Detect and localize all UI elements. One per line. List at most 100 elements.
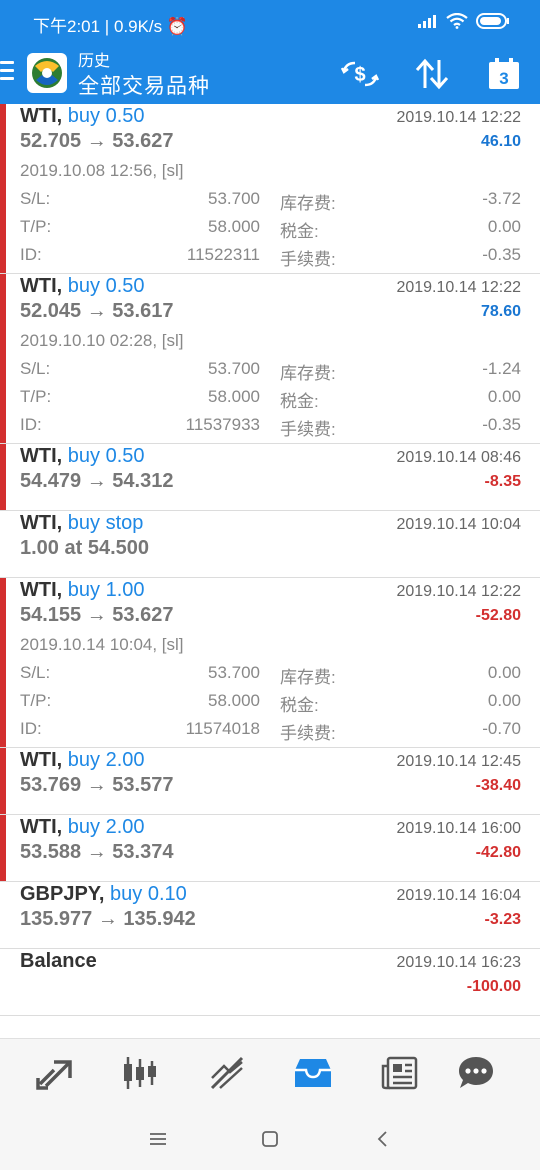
calendar-icon[interactable]: 3 xyxy=(484,54,524,94)
deal-item[interactable]: Balance 2019.10.14 16:23 -100.00 xyxy=(0,949,540,1016)
detail-label: ID: xyxy=(20,719,42,738)
deal-item[interactable]: WTI, buy 2.00 53.769 → 53.577 2019.10.14 1… xyxy=(0,748,540,815)
deal-time: 2019.10.14 12:22 xyxy=(396,583,521,600)
deal-prices: 53.588 → 53.374 xyxy=(20,841,174,863)
deal-type: buy 0.50 xyxy=(67,105,145,127)
deal-type: buy 0.10 xyxy=(110,883,187,905)
deal-item[interactable]: WTI, buy 1.00 54.155 → 53.627 2019.10.14 1… xyxy=(0,578,540,748)
deal-item[interactable]: WTI, buy 0.50 52.045 → 53.617 2019.10.14 1… xyxy=(0,274,540,444)
deal-list: WTI, buy 0.50 52.705 → 53.627 2019.10.14 1… xyxy=(0,104,540,1038)
detail-label: 税金: xyxy=(280,392,319,411)
deal-open-time: 2019.10.08 12:56, [sl] xyxy=(20,161,184,180)
deal-symbol: Balance xyxy=(20,950,97,972)
detail-value: 0.00 xyxy=(487,387,521,406)
detail-value: 11522311 xyxy=(186,245,260,264)
detail-label: 手续费: xyxy=(280,420,336,439)
detail-label: 税金: xyxy=(280,222,319,241)
detail-value: 58.000 xyxy=(208,217,260,236)
bottom-nav xyxy=(0,1038,540,1106)
deal-item[interactable]: WTI, buy 2.00 53.588 → 53.374 2019.10.14 1… xyxy=(0,815,540,882)
deal-time: 2019.10.14 16:04 xyxy=(396,887,521,904)
deal-time: 2019.10.14 08:46 xyxy=(396,449,521,466)
detail-label: S/L: xyxy=(20,359,51,378)
history-icon[interactable] xyxy=(292,1052,334,1094)
system-nav-bar xyxy=(0,1106,540,1170)
deal-profit: -52.80 xyxy=(475,607,521,624)
deal-profit: -42.80 xyxy=(475,844,521,861)
deal-time: 2019.10.14 10:04 xyxy=(396,516,521,533)
page-title: 历史 xyxy=(78,53,111,70)
deal-title: WTI, buy 0.50 xyxy=(20,275,145,298)
news-icon[interactable] xyxy=(378,1052,420,1094)
detail-label: S/L: xyxy=(20,663,51,682)
deal-title: WTI, buy 2.00 xyxy=(20,749,145,772)
status-time: 下午2:01 | 0.9K/s ⏰ xyxy=(33,17,189,36)
symbol-filter-label[interactable]: 全部交易品种 xyxy=(78,70,210,100)
deal-title: WTI, buy 0.50 xyxy=(20,445,145,468)
status-bar: 下午2:01 | 0.9K/s ⏰ xyxy=(0,0,540,46)
detail-label: T/P: xyxy=(20,691,52,710)
deal-symbol: WTI, xyxy=(20,275,63,297)
back-icon[interactable] xyxy=(368,1124,398,1154)
detail-value: 58.000 xyxy=(208,691,260,710)
deal-title: GBPJPY, buy 0.10 xyxy=(20,883,187,906)
detail-value: -0.70 xyxy=(482,719,521,738)
deal-title: WTI, buy stop xyxy=(20,512,143,535)
detail-value: -3.72 xyxy=(482,189,521,208)
detail-value: 53.700 xyxy=(208,359,260,378)
detail-value: 53.700 xyxy=(208,663,260,682)
detail-label: S/L: xyxy=(20,189,51,208)
deal-item[interactable]: WTI, buy 0.50 54.479 → 54.312 2019.10.14 0… xyxy=(0,444,540,511)
deal-item[interactable]: WTI, buy 0.50 52.705 → 53.627 2019.10.14 1… xyxy=(0,104,540,274)
deal-profit: 78.60 xyxy=(480,303,521,320)
detail-value: -0.35 xyxy=(482,415,521,434)
detail-label: ID: xyxy=(20,245,42,264)
deal-profit: -38.40 xyxy=(475,777,521,794)
detail-value: 58.000 xyxy=(208,387,260,406)
menu-icon[interactable] xyxy=(0,61,14,83)
deal-prices: 54.155 → 53.627 xyxy=(20,604,174,626)
deal-symbol: WTI, xyxy=(20,579,63,601)
deal-title: WTI, buy 1.00 xyxy=(20,579,145,602)
deal-symbol: WTI, xyxy=(20,749,63,771)
deal-type: buy 2.00 xyxy=(67,749,145,771)
deal-profit: -100.00 xyxy=(466,978,521,995)
deal-prices: 135.977 → 135.942 xyxy=(20,908,196,930)
chat-icon[interactable] xyxy=(455,1052,497,1094)
detail-label: ID: xyxy=(20,415,42,434)
deal-profit: -8.35 xyxy=(484,473,521,490)
deal-time: 2019.10.14 12:22 xyxy=(396,109,521,126)
deal-type: buy 0.50 xyxy=(67,275,145,297)
home-icon[interactable] xyxy=(255,1124,285,1154)
detail-value: 11537933 xyxy=(185,415,260,434)
deal-item[interactable]: WTI, buy stop 1.00 at 54.500 2019.10.14 10… xyxy=(0,511,540,578)
deal-symbol: WTI, xyxy=(20,105,63,127)
deal-open-time: 2019.10.14 10:04, [sl] xyxy=(20,635,184,654)
chart-icon[interactable] xyxy=(119,1052,161,1094)
sort-icon[interactable] xyxy=(412,54,452,94)
detail-value: -0.35 xyxy=(482,245,521,264)
quotes-icon[interactable] xyxy=(34,1052,76,1094)
trade-icon[interactable] xyxy=(206,1052,248,1094)
deal-title: WTI, buy 0.50 xyxy=(20,105,145,128)
deal-type: buy stop xyxy=(67,512,144,534)
deal-prices: 52.705 → 53.627 xyxy=(20,130,174,152)
detail-value: 0.00 xyxy=(487,691,521,710)
detail-label: 手续费: xyxy=(280,250,336,269)
deal-symbol: WTI, xyxy=(20,512,63,534)
deal-symbol: GBPJPY, xyxy=(20,883,105,905)
deal-item[interactable]: GBPJPY, buy 0.10 135.977 → 135.942 2019.10… xyxy=(0,882,540,949)
deal-time: 2019.10.14 16:00 xyxy=(396,820,521,837)
recent-apps-icon[interactable] xyxy=(143,1124,173,1154)
deal-profit: 46.10 xyxy=(480,133,521,150)
deal-title: Balance xyxy=(20,950,97,973)
detail-label: 税金: xyxy=(280,696,319,715)
currency-exchange-icon[interactable]: $ xyxy=(340,54,380,94)
deal-symbol: WTI, xyxy=(20,816,63,838)
deal-time: 2019.10.14 16:23 xyxy=(396,954,521,971)
svg-text:$: $ xyxy=(354,64,365,86)
calendar-day: 3 xyxy=(499,69,508,88)
wifi-icon xyxy=(446,13,468,29)
detail-label: 库存费: xyxy=(280,668,336,687)
deal-prices: 1.00 at 54.500 xyxy=(20,537,149,559)
